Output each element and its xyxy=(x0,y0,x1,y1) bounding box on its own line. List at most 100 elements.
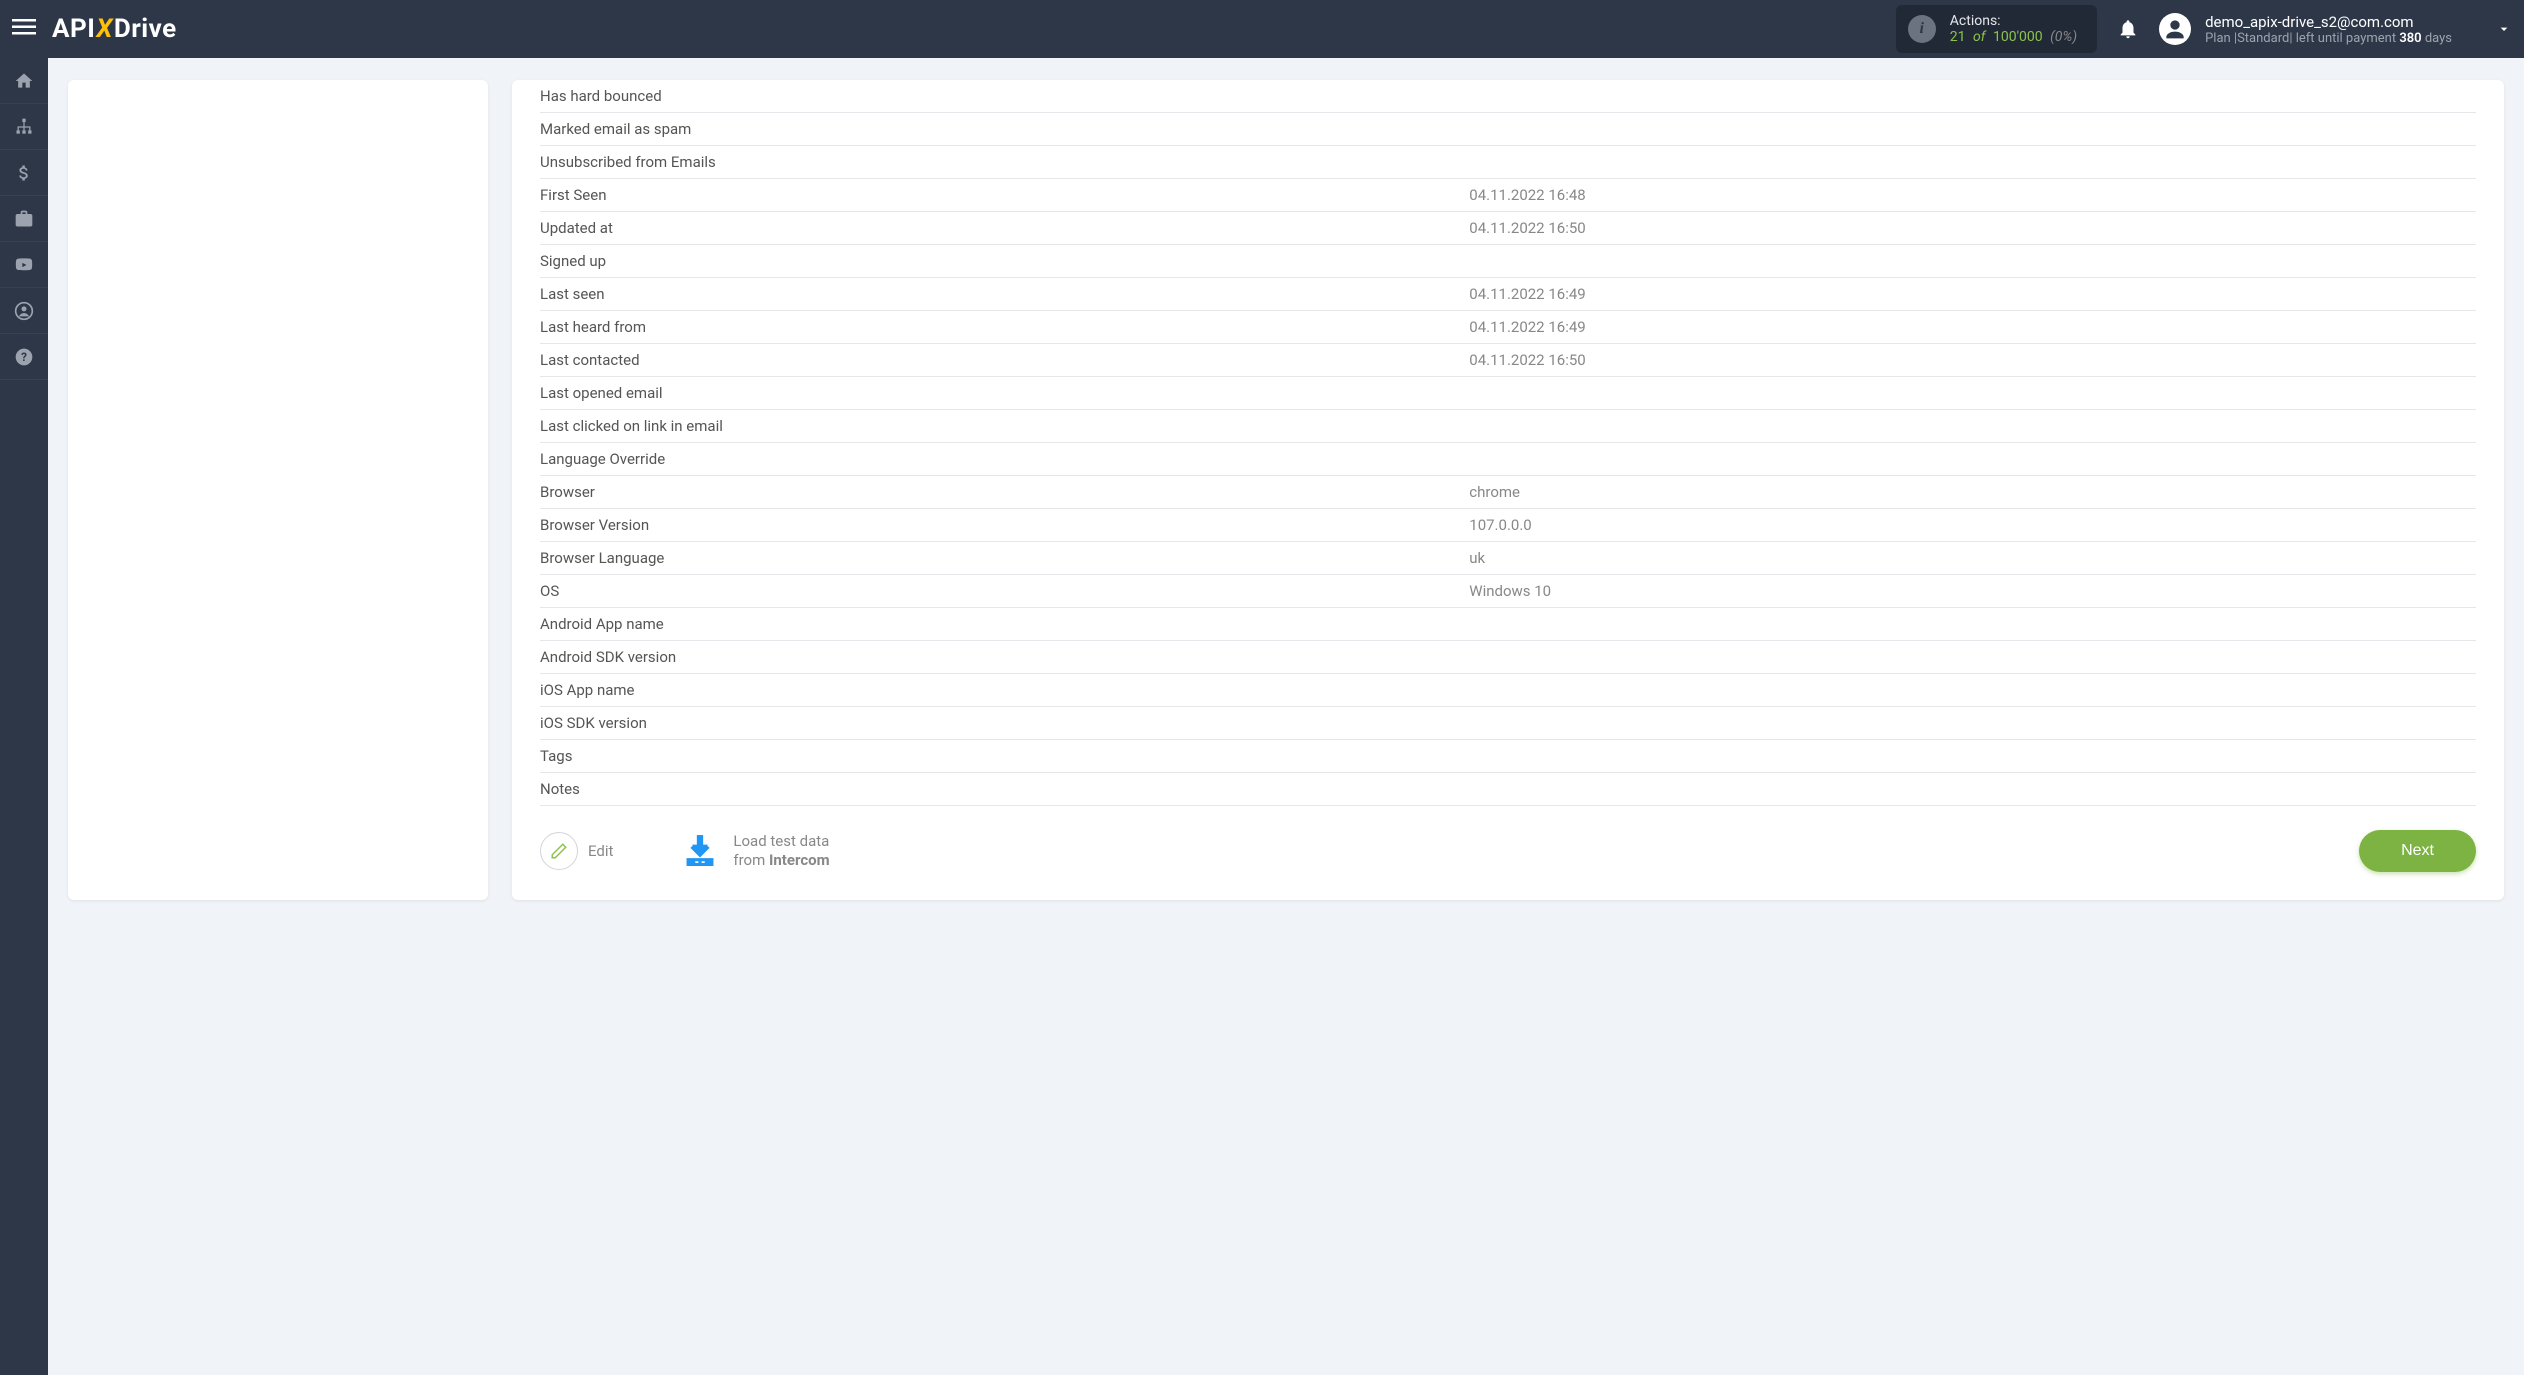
sidebar-user[interactable] xyxy=(0,288,48,334)
table-row: Language Override xyxy=(540,443,2476,476)
logo[interactable]: API X Drive xyxy=(52,14,177,44)
table-row: Last seen04.11.2022 16:49 xyxy=(540,278,2476,311)
hamburger-menu[interactable] xyxy=(12,15,42,43)
sidebar-briefcase[interactable] xyxy=(0,196,48,242)
actions-numbers: 21 of 100'000 (0%) xyxy=(1950,29,2077,45)
user-text: demo_apix-drive_s2@com.com Plan |Standar… xyxy=(2205,13,2452,46)
table-row: Last contacted04.11.2022 16:50 xyxy=(540,344,2476,377)
field-value xyxy=(1469,608,2476,641)
user-menu[interactable]: demo_apix-drive_s2@com.com Plan |Standar… xyxy=(2159,13,2512,46)
field-label: Last opened email xyxy=(540,377,1469,410)
field-label: Last clicked on link in email xyxy=(540,410,1469,443)
table-row: Last clicked on link in email xyxy=(540,410,2476,443)
field-label: First Seen xyxy=(540,179,1469,212)
sidebar-help[interactable]: ? xyxy=(0,334,48,380)
field-label: Updated at xyxy=(540,212,1469,245)
table-row: iOS App name xyxy=(540,674,2476,707)
right-panel: Has hard bouncedMarked email as spamUnsu… xyxy=(512,80,2504,900)
field-label: Notes xyxy=(540,773,1469,806)
content-area: Has hard bouncedMarked email as spamUnsu… xyxy=(48,58,2524,922)
field-value xyxy=(1469,377,2476,410)
field-label: Browser Version xyxy=(540,509,1469,542)
field-label: Android App name xyxy=(540,608,1469,641)
left-panel xyxy=(68,80,488,900)
actions-counter[interactable]: i Actions: 21 of 100'000 (0%) xyxy=(1896,5,2097,53)
edit-button[interactable]: Edit xyxy=(540,832,613,870)
chevron-down-icon xyxy=(2496,21,2512,37)
field-label: Browser xyxy=(540,476,1469,509)
field-value: Windows 10 xyxy=(1469,575,2476,608)
table-row: First Seen04.11.2022 16:48 xyxy=(540,179,2476,212)
actions-label: Actions: xyxy=(1950,13,2077,29)
field-value: 04.11.2022 16:49 xyxy=(1469,311,2476,344)
field-value xyxy=(1469,113,2476,146)
field-value: 04.11.2022 16:50 xyxy=(1469,212,2476,245)
field-value: 04.11.2022 16:48 xyxy=(1469,179,2476,212)
pencil-icon xyxy=(540,832,578,870)
field-label: Unsubscribed from Emails xyxy=(540,146,1469,179)
field-value xyxy=(1469,773,2476,806)
logo-x: X xyxy=(96,14,113,44)
table-row: Browserchrome xyxy=(540,476,2476,509)
field-label: Language Override xyxy=(540,443,1469,476)
field-value: 04.11.2022 16:49 xyxy=(1469,278,2476,311)
field-value: 107.0.0.0 xyxy=(1469,509,2476,542)
table-row: Browser Version107.0.0.0 xyxy=(540,509,2476,542)
load-text: Load test data from Intercom xyxy=(733,832,829,871)
logo-text-pre: API xyxy=(52,14,95,44)
field-label: iOS App name xyxy=(540,674,1469,707)
field-value: uk xyxy=(1469,542,2476,575)
details-table: Has hard bouncedMarked email as spamUnsu… xyxy=(540,80,2476,806)
top-header: API X Drive i Actions: 21 of 100'000 (0%… xyxy=(0,0,2524,58)
table-row: Notes xyxy=(540,773,2476,806)
table-row: Unsubscribed from Emails xyxy=(540,146,2476,179)
field-label: Marked email as spam xyxy=(540,113,1469,146)
field-label: OS xyxy=(540,575,1469,608)
download-icon xyxy=(681,832,719,870)
field-label: Has hard bounced xyxy=(540,80,1469,113)
sidebar: ? xyxy=(0,58,48,1375)
field-label: Last contacted xyxy=(540,344,1469,377)
load-test-data-button[interactable]: Load test data from Intercom xyxy=(681,832,829,871)
table-row: Android SDK version xyxy=(540,641,2476,674)
table-row: iOS SDK version xyxy=(540,707,2476,740)
field-label: Browser Language xyxy=(540,542,1469,575)
edit-label: Edit xyxy=(588,842,613,860)
table-row: Last opened email xyxy=(540,377,2476,410)
info-icon: i xyxy=(1908,15,1936,43)
field-value xyxy=(1469,707,2476,740)
field-value xyxy=(1469,80,2476,113)
table-row: Android App name xyxy=(540,608,2476,641)
table-row: OSWindows 10 xyxy=(540,575,2476,608)
field-value xyxy=(1469,410,2476,443)
table-row: Signed up xyxy=(540,245,2476,278)
sidebar-home[interactable] xyxy=(0,58,48,104)
sidebar-connections[interactable] xyxy=(0,104,48,150)
field-label: Last seen xyxy=(540,278,1469,311)
field-value xyxy=(1469,740,2476,773)
field-label: Android SDK version xyxy=(540,641,1469,674)
table-row: Updated at04.11.2022 16:50 xyxy=(540,212,2476,245)
logo-text-post: Drive xyxy=(114,14,177,44)
field-value: chrome xyxy=(1469,476,2476,509)
field-label: Signed up xyxy=(540,245,1469,278)
field-value xyxy=(1469,674,2476,707)
table-row: Tags xyxy=(540,740,2476,773)
next-button[interactable]: Next xyxy=(2359,830,2476,872)
sidebar-billing[interactable] xyxy=(0,150,48,196)
table-row: Browser Languageuk xyxy=(540,542,2476,575)
table-row: Last heard from04.11.2022 16:49 xyxy=(540,311,2476,344)
bell-icon[interactable] xyxy=(2117,18,2139,40)
table-row: Marked email as spam xyxy=(540,113,2476,146)
field-value xyxy=(1469,146,2476,179)
table-row: Has hard bounced xyxy=(540,80,2476,113)
avatar-icon xyxy=(2159,13,2191,45)
field-label: Tags xyxy=(540,740,1469,773)
field-label: Last heard from xyxy=(540,311,1469,344)
field-value xyxy=(1469,641,2476,674)
user-email: demo_apix-drive_s2@com.com xyxy=(2205,13,2452,31)
sidebar-youtube[interactable] xyxy=(0,242,48,288)
field-value xyxy=(1469,245,2476,278)
svg-text:?: ? xyxy=(21,350,27,364)
field-label: iOS SDK version xyxy=(540,707,1469,740)
